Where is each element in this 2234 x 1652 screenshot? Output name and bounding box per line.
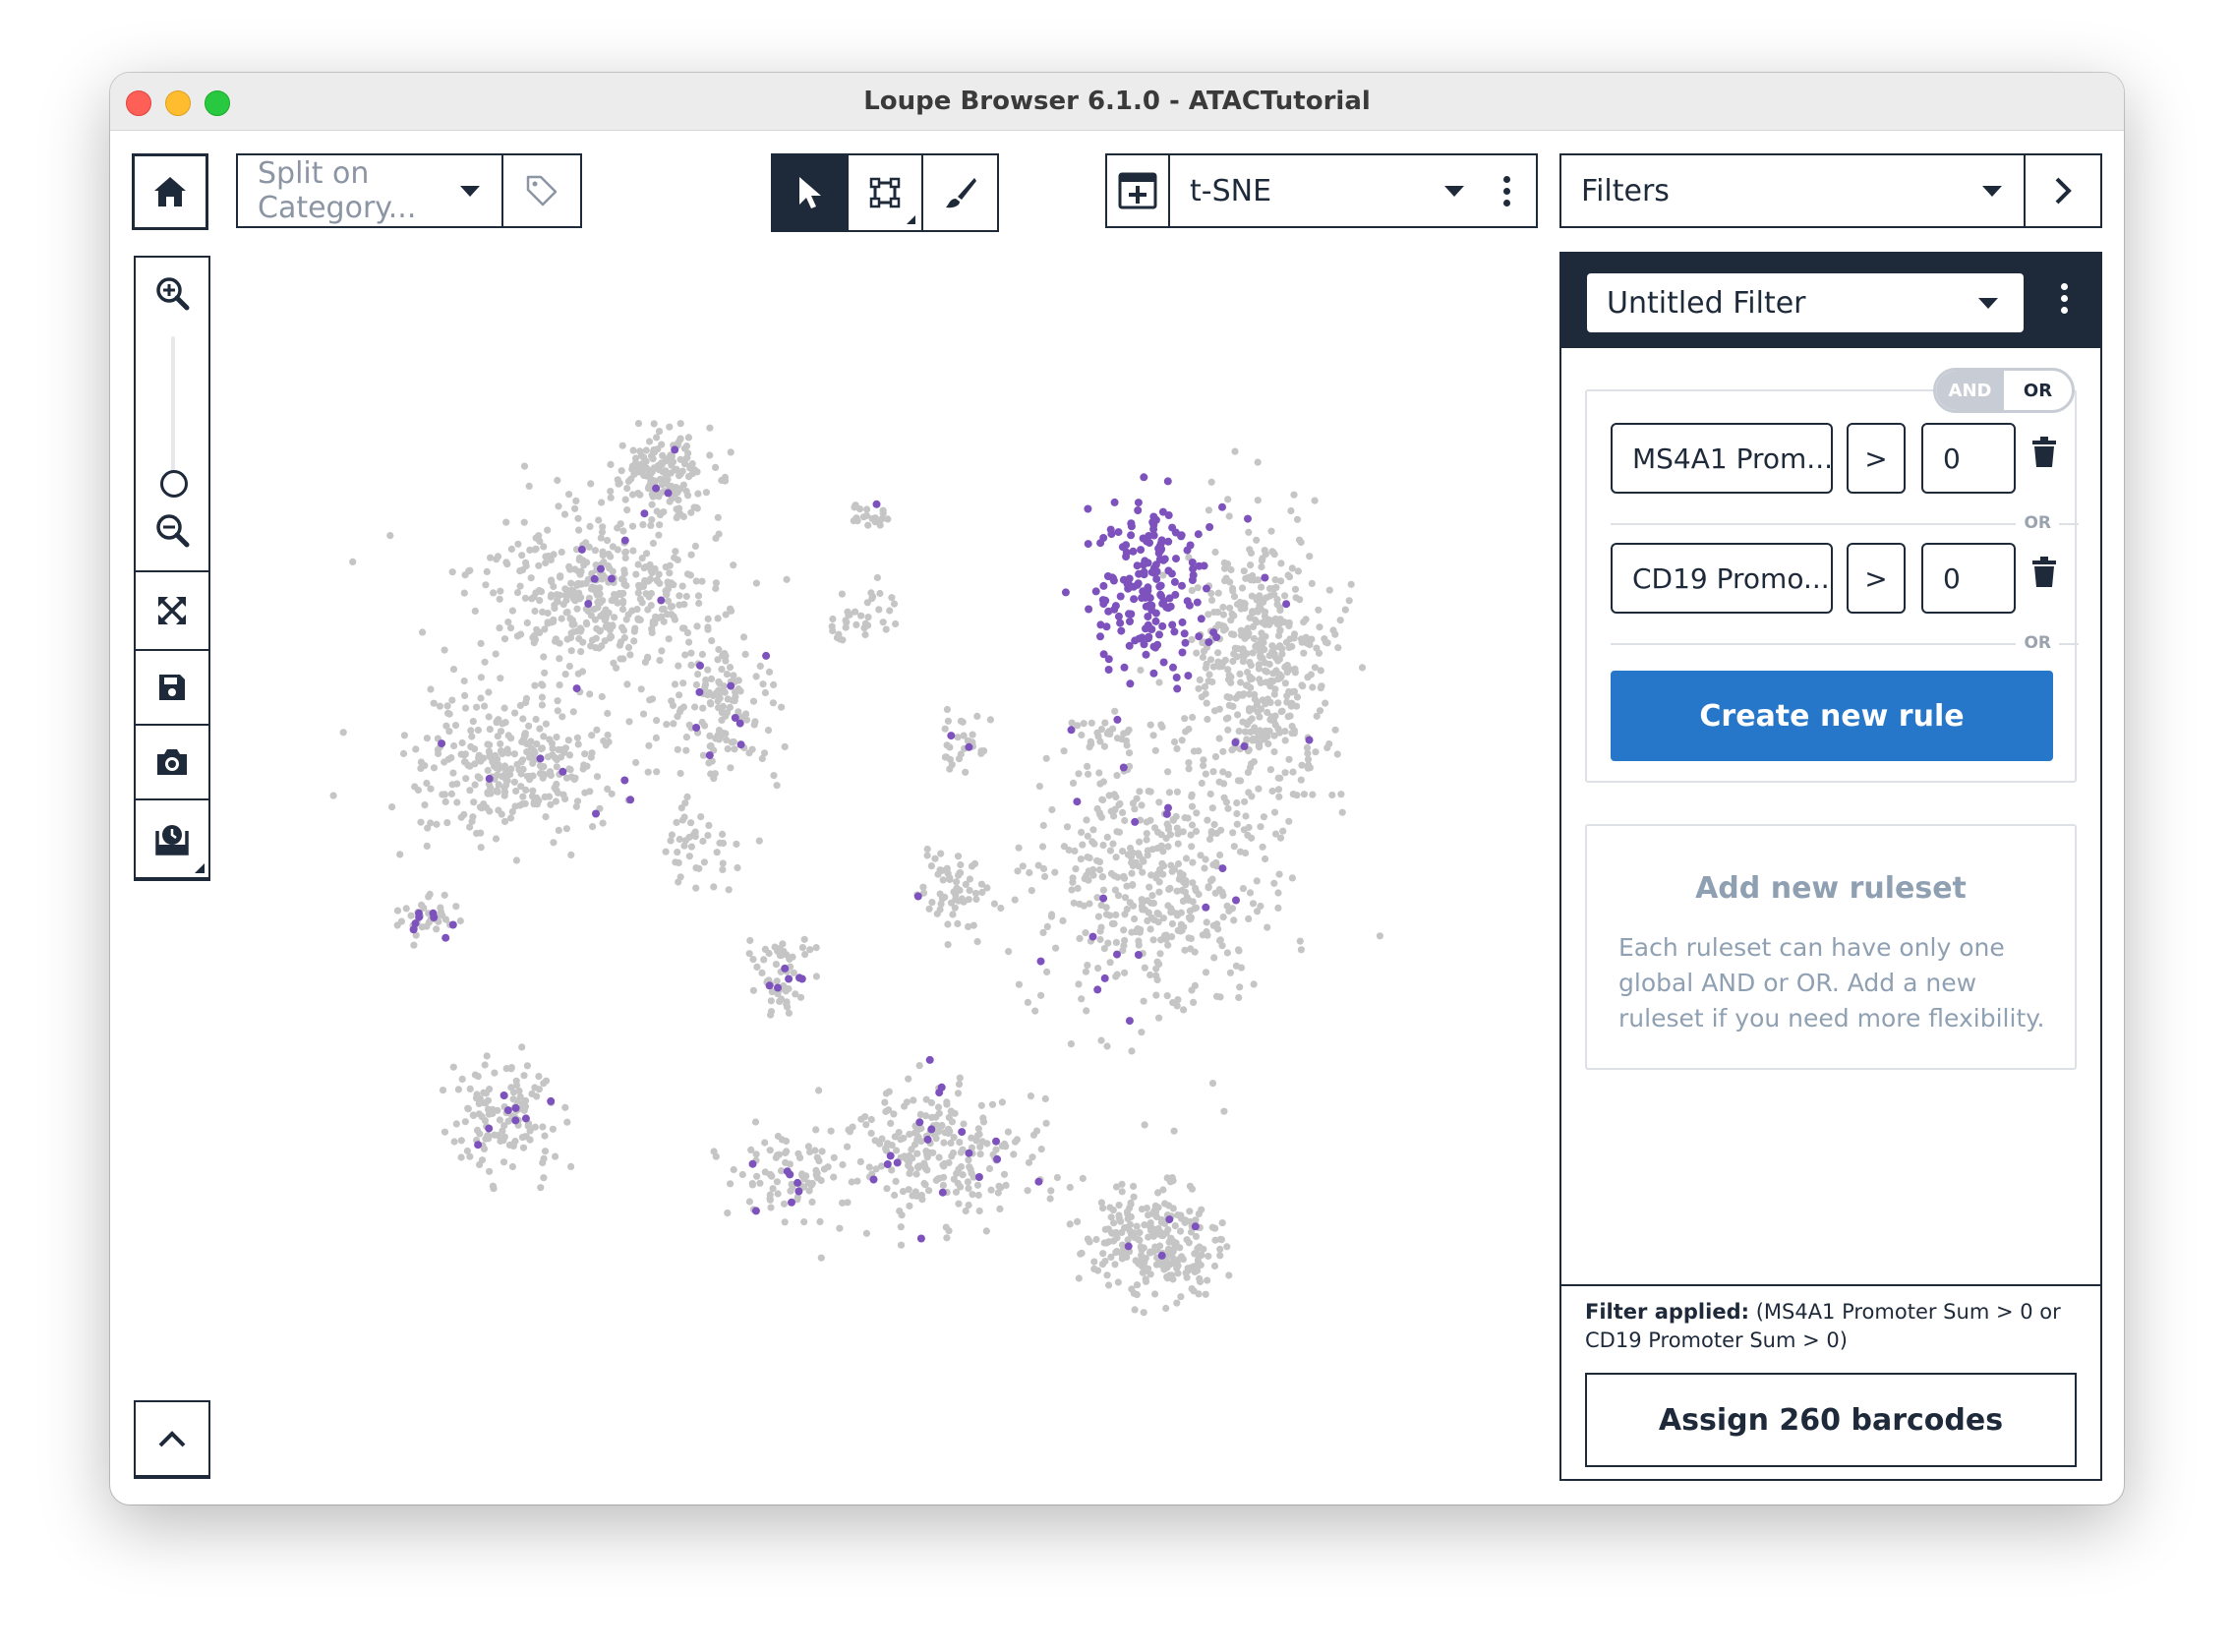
- panel-footer-divider: [1561, 1284, 2100, 1286]
- save-icon: [159, 675, 185, 700]
- add-projection-button[interactable]: [1107, 155, 1170, 226]
- zoom-slider-track[interactable]: [171, 336, 175, 476]
- tag-button[interactable]: [501, 155, 580, 226]
- expand-icon: [158, 597, 186, 624]
- split-category-placeholder: Split on Category...: [258, 156, 417, 225]
- delete-rule-button[interactable]: [2031, 437, 2057, 472]
- trash-icon: [2032, 437, 2056, 467]
- delete-rule-button[interactable]: [2031, 557, 2057, 592]
- zoom-slider-handle[interactable]: [160, 470, 188, 498]
- projection-more-icon[interactable]: [1503, 175, 1510, 206]
- zoom-out-button[interactable]: [136, 502, 208, 559]
- camera-icon: [157, 749, 187, 775]
- chevron-up-icon: [158, 1431, 186, 1447]
- filter-applied-label: Filter applied:: [1585, 1300, 1749, 1324]
- rule-operator-select[interactable]: >: [1847, 543, 1906, 614]
- toggle-or[interactable]: OR: [2004, 371, 2072, 410]
- filter-name-select[interactable]: Untitled Filter: [1587, 273, 2024, 332]
- projection-add-icon: [1118, 172, 1157, 209]
- rectangle-select-tool-button[interactable]: [846, 155, 922, 230]
- add-ruleset-description: Each ruleset can have only one global AN…: [1618, 933, 2045, 1032]
- rule-value-input[interactable]: 0: [1921, 423, 2016, 494]
- filter-panel-header: Untitled Filter: [1561, 254, 2100, 348]
- chevron-down-icon: [1978, 297, 1998, 309]
- or-separator: OR: [1611, 513, 2079, 533]
- camera-button[interactable]: [136, 726, 208, 798]
- filter-applied-summary: Filter applied: (MS4A1 Promoter Sum > 0 …: [1585, 1298, 2077, 1355]
- rule-operator-select[interactable]: >: [1847, 423, 1906, 494]
- filter-name-label: Untitled Filter: [1607, 285, 1806, 321]
- home-button[interactable]: [132, 153, 208, 230]
- filter-rule: CD19 Promo... > 0: [1611, 543, 2073, 614]
- title-bar: Loupe Browser 6.1.0 - ATACTutorial: [110, 73, 2124, 131]
- rule-value-input[interactable]: 0: [1921, 543, 2016, 614]
- tsne-plot[interactable]: [317, 299, 1497, 1479]
- rectangle-select-icon: [869, 177, 901, 208]
- split-category-select[interactable]: Split on Category...: [236, 153, 582, 228]
- selection-tools: [771, 153, 999, 232]
- filters-select[interactable]: Filters: [1559, 153, 2102, 228]
- zoom-out-icon: [156, 514, 190, 548]
- home-icon: [154, 177, 186, 206]
- chevron-down-icon: [1982, 185, 2002, 197]
- brush-icon: [945, 178, 976, 208]
- brush-tool-button[interactable]: [921, 155, 997, 230]
- view-sidebar: [134, 256, 210, 881]
- add-ruleset-title: Add new ruleset: [1695, 871, 1967, 906]
- cursor-icon: [799, 177, 822, 208]
- filter-more-icon[interactable]: [2061, 283, 2068, 314]
- filter-rule: MS4A1 Prom... > 0: [1611, 423, 2073, 494]
- and-or-toggle[interactable]: AND OR: [1933, 368, 2075, 413]
- or-separator: OR: [1611, 633, 2079, 653]
- zoom-in-icon: [156, 277, 190, 311]
- filters-label: Filters: [1581, 173, 1670, 208]
- more-options-indicator: [195, 863, 205, 873]
- app-window: Loupe Browser 6.1.0 - ATACTutorial Split…: [110, 73, 2124, 1504]
- panel-next-button[interactable]: [2024, 155, 2100, 226]
- zoom-in-button[interactable]: [136, 264, 208, 323]
- create-rule-button[interactable]: Create new rule: [1611, 671, 2053, 761]
- save-button[interactable]: [136, 651, 208, 724]
- projection-label: t-SNE: [1190, 173, 1272, 208]
- ruleset: AND OR MS4A1 Prom... > 0 OR CD19 Promo..…: [1585, 368, 2079, 783]
- rule-feature-select[interactable]: MS4A1 Prom...: [1611, 423, 1833, 494]
- tag-icon: [526, 175, 558, 206]
- rule-feature-select[interactable]: CD19 Promo...: [1611, 543, 1833, 614]
- or-separator-label: OR: [2016, 633, 2059, 653]
- window-title: Loupe Browser 6.1.0 - ATACTutorial: [863, 87, 1371, 116]
- chevron-down-icon: [460, 185, 480, 197]
- projection-select[interactable]: t-SNE: [1105, 153, 1538, 228]
- assign-barcodes-button[interactable]: Assign 260 barcodes: [1585, 1373, 2077, 1467]
- more-options-indicator: [907, 215, 916, 224]
- toggle-and[interactable]: AND: [1936, 371, 2004, 410]
- or-separator-label: OR: [2016, 513, 2059, 533]
- filter-panel: Untitled Filter AND OR MS4A1 Prom... > 0: [1559, 252, 2102, 1481]
- add-ruleset-card[interactable]: Add new ruleset Each ruleset can have on…: [1585, 824, 2077, 1070]
- chevron-down-icon: [1444, 185, 1464, 197]
- pointer-tool-button[interactable]: [773, 155, 847, 230]
- trash-icon: [2032, 557, 2056, 587]
- screenshot-icon: [155, 825, 189, 856]
- chevron-right-icon: [2055, 177, 2072, 205]
- fit-view-button[interactable]: [136, 572, 208, 649]
- collapse-panel-button[interactable]: [134, 1400, 210, 1479]
